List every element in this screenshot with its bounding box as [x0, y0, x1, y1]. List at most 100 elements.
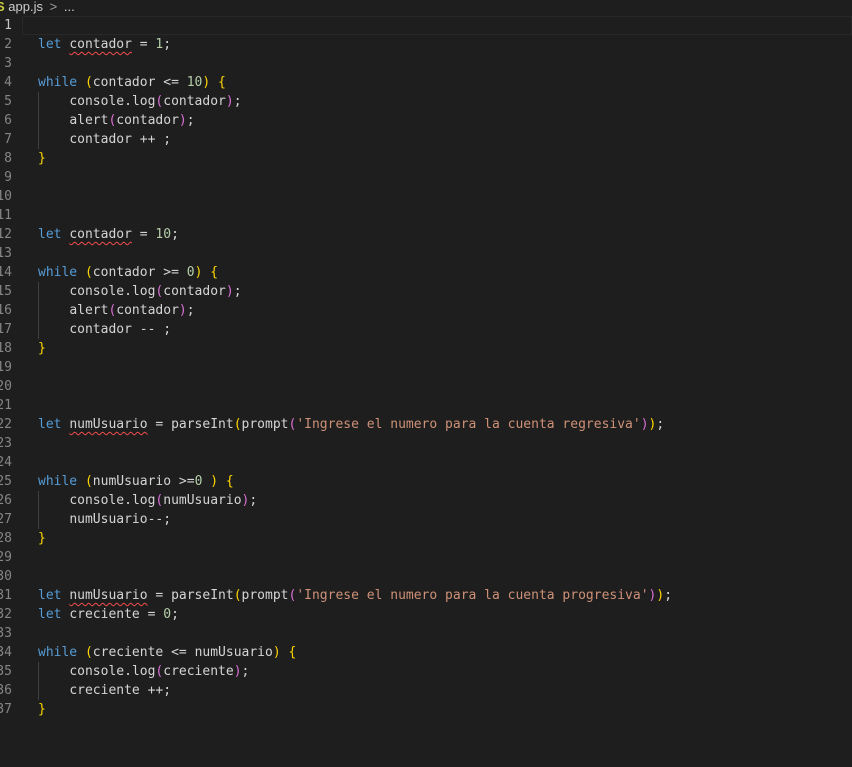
punctuation-token: ;: [186, 303, 195, 318]
punctuation-token: ;: [171, 607, 179, 622]
identifier-token: console: [69, 284, 125, 299]
code-line[interactable]: 34 while (creciente <= numUsuario) {: [0, 643, 852, 662]
code-text[interactable]: }: [38, 339, 46, 358]
code-line[interactable]: 37}: [0, 700, 852, 719]
code-text[interactable]: let contador = 10;: [38, 225, 179, 244]
line-number: 14: [0, 265, 12, 280]
code-line[interactable]: 14 while (contador >= 0) {: [0, 263, 852, 282]
punctuation-token: --;: [147, 512, 172, 527]
code-line[interactable]: 9: [0, 168, 852, 187]
code-text[interactable]: let contador = 1;: [38, 35, 171, 54]
punctuation-token: ;: [656, 417, 665, 432]
function-token: log: [131, 664, 156, 679]
function-token: alert: [69, 113, 109, 128]
punctuation-token: [218, 474, 226, 489]
line-number: 29: [0, 550, 12, 565]
code-line[interactable]: 18}: [0, 339, 852, 358]
number-token: 0: [163, 607, 172, 622]
line-number: 2: [4, 37, 12, 52]
code-line[interactable]: 30: [0, 567, 852, 586]
code-line[interactable]: 17 contador -- ;: [0, 320, 852, 339]
function-token: log: [131, 284, 156, 299]
code-line[interactable]: 28}: [0, 529, 852, 548]
punctuation-token: [210, 75, 218, 90]
line-number: 24: [0, 455, 12, 470]
code-text[interactable]: alert(contador);: [38, 111, 194, 130]
code-text[interactable]: console.log(contador);: [38, 282, 241, 301]
code-line[interactable]: 11: [0, 206, 852, 225]
js-file-icon: S: [0, 0, 5, 14]
code-line[interactable]: 4 while (contador <= 10) {: [0, 73, 852, 92]
line-number: 5: [4, 94, 12, 109]
code-text[interactable]: console.log(creciente);: [38, 662, 249, 681]
identifier-token: numUsuario: [69, 588, 148, 603]
code-line[interactable]: 2 let contador = 1;: [0, 35, 852, 54]
code-line[interactable]: 24: [0, 453, 852, 472]
code-line[interactable]: 13: [0, 244, 852, 263]
keyword-token: while: [38, 645, 78, 660]
code-text[interactable]: let creciente = 0;: [38, 605, 179, 624]
identifier-token: contador: [92, 75, 156, 90]
code-text[interactable]: contador ++ ;: [38, 130, 171, 149]
code-text[interactable]: while (contador >= 0) {: [38, 263, 218, 282]
bracket-token: }: [38, 151, 46, 166]
code-text[interactable]: }: [38, 149, 46, 168]
keyword-token: while: [38, 474, 78, 489]
code-editor[interactable]: 1 2 let contador = 1; 3 4 while (contador <= …: [0, 16, 852, 719]
code-line[interactable]: 36 creciente ++;: [0, 681, 852, 700]
code-line[interactable]: 12 let contador = 10;: [0, 225, 852, 244]
breadcrumb-file[interactable]: app.js: [8, 0, 43, 14]
code-text[interactable]: while (contador <= 10) {: [38, 73, 226, 92]
identifier-token: numUsuario: [194, 645, 273, 660]
code-text[interactable]: let numUsuario = parseInt(prompt('Ingres…: [38, 415, 664, 434]
code-line[interactable]: 3: [0, 54, 852, 73]
code-line[interactable]: 25 while (numUsuario >=0 ) {: [0, 472, 852, 491]
punctuation-token: -- ;: [131, 322, 172, 337]
code-line[interactable]: 35 console.log(creciente);: [0, 662, 852, 681]
code-line[interactable]: 8}: [0, 149, 852, 168]
code-text[interactable]: contador -- ;: [38, 320, 171, 339]
bracket-token: (: [84, 75, 93, 90]
punctuation-token: .: [124, 493, 132, 508]
code-text[interactable]: while (numUsuario >=0 ) {: [38, 472, 234, 491]
code-line[interactable]: 29: [0, 548, 852, 567]
code-line[interactable]: 23: [0, 434, 852, 453]
bracket-token: ): [640, 417, 649, 432]
code-line[interactable]: 6 alert(contador);: [0, 111, 852, 130]
function-token: log: [131, 493, 156, 508]
code-text[interactable]: creciente ++;: [38, 681, 171, 700]
code-text[interactable]: }: [38, 529, 46, 548]
code-line[interactable]: 20: [0, 377, 852, 396]
code-text[interactable]: while (creciente <= numUsuario) {: [38, 643, 296, 662]
code-line[interactable]: 32 let creciente = 0;: [0, 605, 852, 624]
line-number: 3: [4, 56, 12, 71]
line-number: 11: [0, 208, 12, 223]
code-line[interactable]: 22 let numUsuario = parseInt(prompt('Ingr…: [0, 415, 852, 434]
code-text[interactable]: console.log(numUsuario);: [38, 491, 257, 510]
code-line[interactable]: 31 let numUsuario = parseInt(prompt('Ingr…: [0, 586, 852, 605]
code-line[interactable]: 19: [0, 358, 852, 377]
code-line[interactable]: 21: [0, 396, 852, 415]
code-line[interactable]: 16 alert(contador);: [0, 301, 852, 320]
code-text[interactable]: }: [38, 700, 46, 719]
code-line[interactable]: 1: [0, 16, 852, 35]
code-text[interactable]: console.log(contador);: [38, 92, 241, 111]
code-line[interactable]: 26 console.log(numUsuario);: [0, 491, 852, 510]
code-line[interactable]: 27 numUsuario--;: [0, 510, 852, 529]
breadcrumb: S app.js > ...: [0, 0, 852, 14]
line-number: 10: [0, 189, 12, 204]
code-text[interactable]: let numUsuario = parseInt(prompt('Ingres…: [38, 586, 672, 605]
code-line[interactable]: 7 contador ++ ;: [0, 130, 852, 149]
code-text[interactable]: numUsuario--;: [38, 510, 171, 529]
code-text[interactable]: alert(contador);: [38, 301, 195, 320]
line-number: 16: [0, 303, 12, 318]
code-line[interactable]: 5 console.log(contador);: [0, 92, 852, 111]
code-line[interactable]: 33: [0, 624, 852, 643]
bracket-token: }: [38, 341, 46, 356]
breadcrumb-symbols[interactable]: ...: [64, 0, 75, 14]
bracket-token: }: [38, 531, 46, 546]
bracket-token: {: [225, 474, 234, 489]
punctuation-token: ;: [171, 227, 179, 242]
code-line[interactable]: 15 console.log(contador);: [0, 282, 852, 301]
code-line[interactable]: 10: [0, 187, 852, 206]
